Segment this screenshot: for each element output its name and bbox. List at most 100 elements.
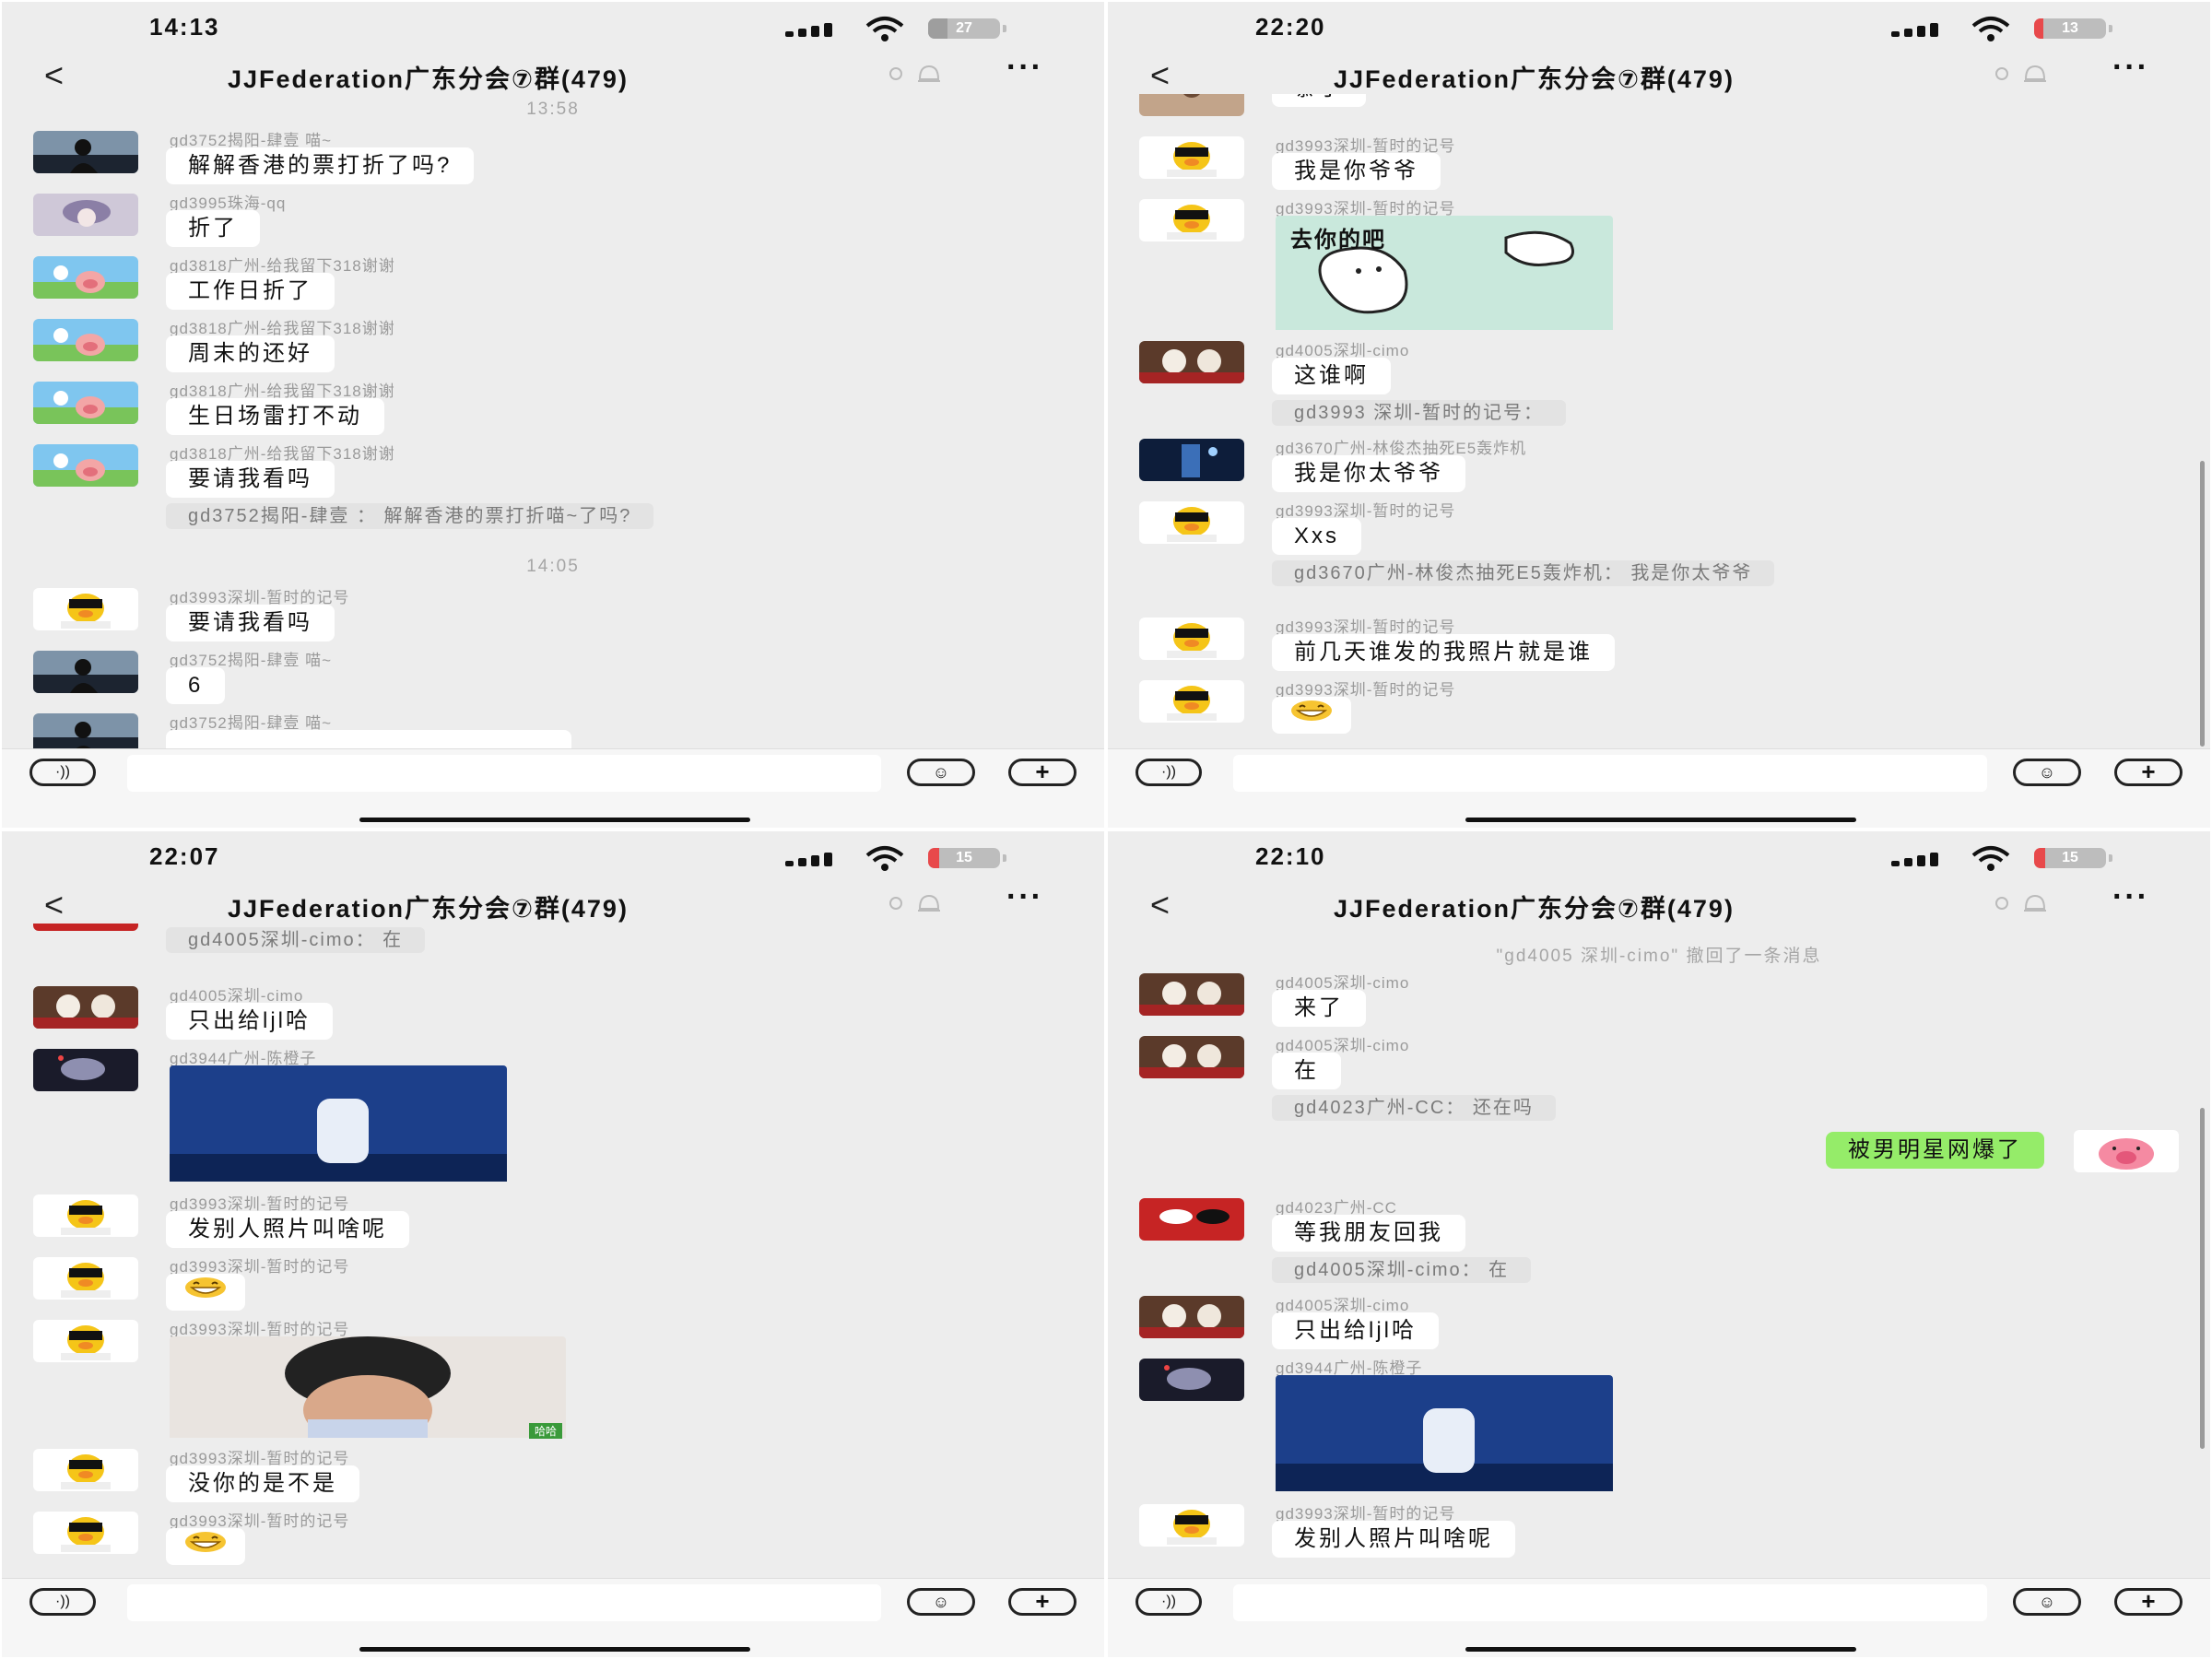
avatar[interactable] — [33, 1512, 138, 1554]
avatar[interactable] — [33, 131, 138, 173]
message-input[interactable] — [127, 755, 881, 792]
photo-message[interactable] — [170, 1065, 507, 1186]
message-bubble[interactable]: 解解香港的票打折了吗? — [166, 147, 475, 184]
emoji-bubble[interactable] — [1272, 697, 1351, 734]
plus-icon[interactable]: + — [2114, 1588, 2183, 1616]
scrollbar[interactable] — [2200, 461, 2205, 747]
plus-icon[interactable]: + — [1008, 759, 1077, 786]
message-bubble[interactable]: 没你的是不是 — [166, 1465, 359, 1502]
voice-icon[interactable]: ·)) — [29, 1588, 96, 1616]
avatar[interactable] — [1139, 1504, 1244, 1547]
avatar[interactable] — [33, 924, 138, 931]
avatar[interactable] — [1139, 94, 1244, 116]
message-bubble[interactable] — [166, 730, 571, 748]
quoted-reply[interactable]: gd4005深圳-cimo： 在 — [166, 927, 426, 953]
avatar[interactable] — [33, 651, 138, 693]
my-message-bubble[interactable]: 被男明星网爆了 — [1826, 1132, 2044, 1169]
message-input[interactable] — [127, 1584, 881, 1621]
voice-icon[interactable]: ·)) — [1135, 1588, 1202, 1616]
group-title: JJFederation广东分会⑦群(479) — [228, 895, 629, 923]
message-bubble[interactable]: 等我朋友回我 — [1272, 1215, 1465, 1252]
more-dots-icon[interactable]: ··· — [2112, 879, 2149, 915]
photo-message[interactable] — [1276, 1375, 1613, 1496]
avatar[interactable] — [33, 444, 138, 487]
message-bubble[interactable]: 要请我看吗 — [166, 605, 335, 641]
avatar[interactable] — [1139, 1198, 1244, 1241]
message-bubble[interactable]: 来了 — [1272, 990, 1366, 1027]
avatar[interactable] — [33, 713, 138, 748]
more-dots-icon[interactable]: ··· — [1006, 879, 1043, 915]
voice-icon[interactable]: ·)) — [29, 759, 96, 786]
photo-message[interactable]: 哈哈 — [170, 1336, 566, 1442]
message-bubble[interactable]: 要请我看吗 — [166, 461, 335, 498]
quoted-reply[interactable]: gd3752揭阳-肆壹 ： 解解香港的票打折喵~了吗? — [166, 503, 654, 529]
emoji-icon[interactable]: ☺ — [907, 759, 975, 786]
message-list[interactable]: gd4102深圳-无题： 咋了懒懒 筹到钱让林俊杰发自拍了吗"gd4005 深圳… — [1108, 924, 2210, 1578]
avatar[interactable] — [33, 382, 138, 424]
avatar[interactable] — [33, 194, 138, 236]
avatar[interactable] — [33, 1194, 138, 1237]
message-bubble[interactable]: 前几天谁发的我照片就是谁 — [1272, 634, 1615, 671]
avatar[interactable] — [33, 986, 138, 1029]
avatar[interactable] — [1139, 618, 1244, 660]
back-chevron-icon[interactable]: < — [1150, 887, 1170, 924]
back-chevron-icon[interactable]: < — [44, 57, 64, 94]
message-bubble[interactable]: 生日场雷打不动 — [166, 398, 384, 435]
message-list[interactable]: 慕了gd3993深圳-暂时的记号我是你爷爷gd3993深圳-暂时的记号去你的吧g… — [1108, 94, 2210, 748]
plus-icon[interactable]: + — [1008, 1588, 1077, 1616]
message-bubble[interactable]: 工作日折了 — [166, 273, 335, 310]
avatar[interactable] — [1139, 1296, 1244, 1338]
message-bubble[interactable]: 我是你爷爷 — [1272, 153, 1441, 190]
avatar[interactable] — [33, 1049, 138, 1091]
quoted-reply[interactable]: gd3670广州-林俊杰抽死E5轰炸机： 我是你太爷爷 — [1272, 560, 1775, 586]
avatar[interactable] — [1139, 501, 1244, 544]
avatar[interactable] — [33, 256, 138, 299]
message-input[interactable] — [1233, 1584, 1987, 1621]
voice-icon[interactable]: ·)) — [1135, 759, 1202, 786]
sticker-image[interactable]: 去你的吧 — [1276, 216, 1613, 335]
back-chevron-icon[interactable]: < — [44, 887, 64, 924]
avatar[interactable] — [1139, 341, 1244, 383]
message-bubble[interactable]: 慕了 — [1272, 94, 1366, 107]
message-bubble[interactable]: 折了 — [166, 210, 260, 247]
quoted-reply[interactable]: gd4023广州-CC： 还在吗 — [1272, 1095, 1556, 1121]
message-bubble[interactable]: 在 — [1272, 1053, 1341, 1089]
message-bubble[interactable]: 这谁啊 — [1272, 358, 1391, 394]
back-chevron-icon[interactable]: < — [1150, 57, 1170, 94]
avatar[interactable] — [33, 319, 138, 361]
emoji-icon[interactable]: ☺ — [2013, 1588, 2081, 1616]
message-bubble[interactable]: 只出给ljl哈 — [1272, 1312, 1439, 1349]
quoted-reply[interactable]: gd4005深圳-cimo： 在 — [1272, 1257, 1532, 1283]
avatar[interactable] — [33, 1257, 138, 1300]
avatar[interactable] — [33, 588, 138, 630]
plus-icon[interactable]: + — [2114, 759, 2183, 786]
emoji-icon[interactable]: ☺ — [2013, 759, 2081, 786]
avatar[interactable] — [1139, 680, 1244, 723]
avatar[interactable] — [1139, 1359, 1244, 1401]
more-dots-icon[interactable]: ··· — [1006, 50, 1043, 86]
avatar[interactable] — [33, 1449, 138, 1491]
message-input[interactable] — [1233, 755, 1987, 792]
message-bubble[interactable]: 只出给ljl哈 — [166, 1003, 333, 1040]
message-bubble[interactable]: Xxs — [1272, 518, 1362, 555]
message-bubble[interactable]: 我是你太爷爷 — [1272, 455, 1465, 492]
emoji-bubble[interactable] — [166, 1528, 245, 1565]
message-list[interactable]: 13:58 gd3752揭阳-肆壹 喵~ 解解香港的票打折了吗? gd3995珠海-q… — [2, 94, 1104, 748]
my-avatar[interactable] — [2074, 1130, 2179, 1172]
avatar[interactable] — [1139, 199, 1244, 241]
quoted-reply[interactable]: gd3993 深圳-暂时的记号： — [1272, 400, 1566, 426]
avatar[interactable] — [1139, 1036, 1244, 1078]
emoji-bubble[interactable] — [166, 1274, 245, 1311]
more-dots-icon[interactable]: ··· — [2112, 50, 2149, 86]
scrollbar[interactable] — [2200, 1108, 2205, 1449]
avatar[interactable] — [1139, 136, 1244, 179]
message-bubble[interactable]: 发别人照片叫啥呢 — [166, 1211, 409, 1248]
message-list[interactable]: 等我朋友回我gd4005深圳-cimo： 在gd4005深圳-cimo只出给lj… — [2, 924, 1104, 1578]
message-bubble[interactable]: 发别人照片叫啥呢 — [1272, 1521, 1515, 1558]
message-bubble[interactable]: 周末的还好 — [166, 335, 335, 372]
avatar[interactable] — [33, 1320, 138, 1362]
message-bubble[interactable]: 6 — [166, 667, 226, 704]
avatar[interactable] — [1139, 973, 1244, 1016]
emoji-icon[interactable]: ☺ — [907, 1588, 975, 1616]
avatar[interactable] — [1139, 439, 1244, 481]
